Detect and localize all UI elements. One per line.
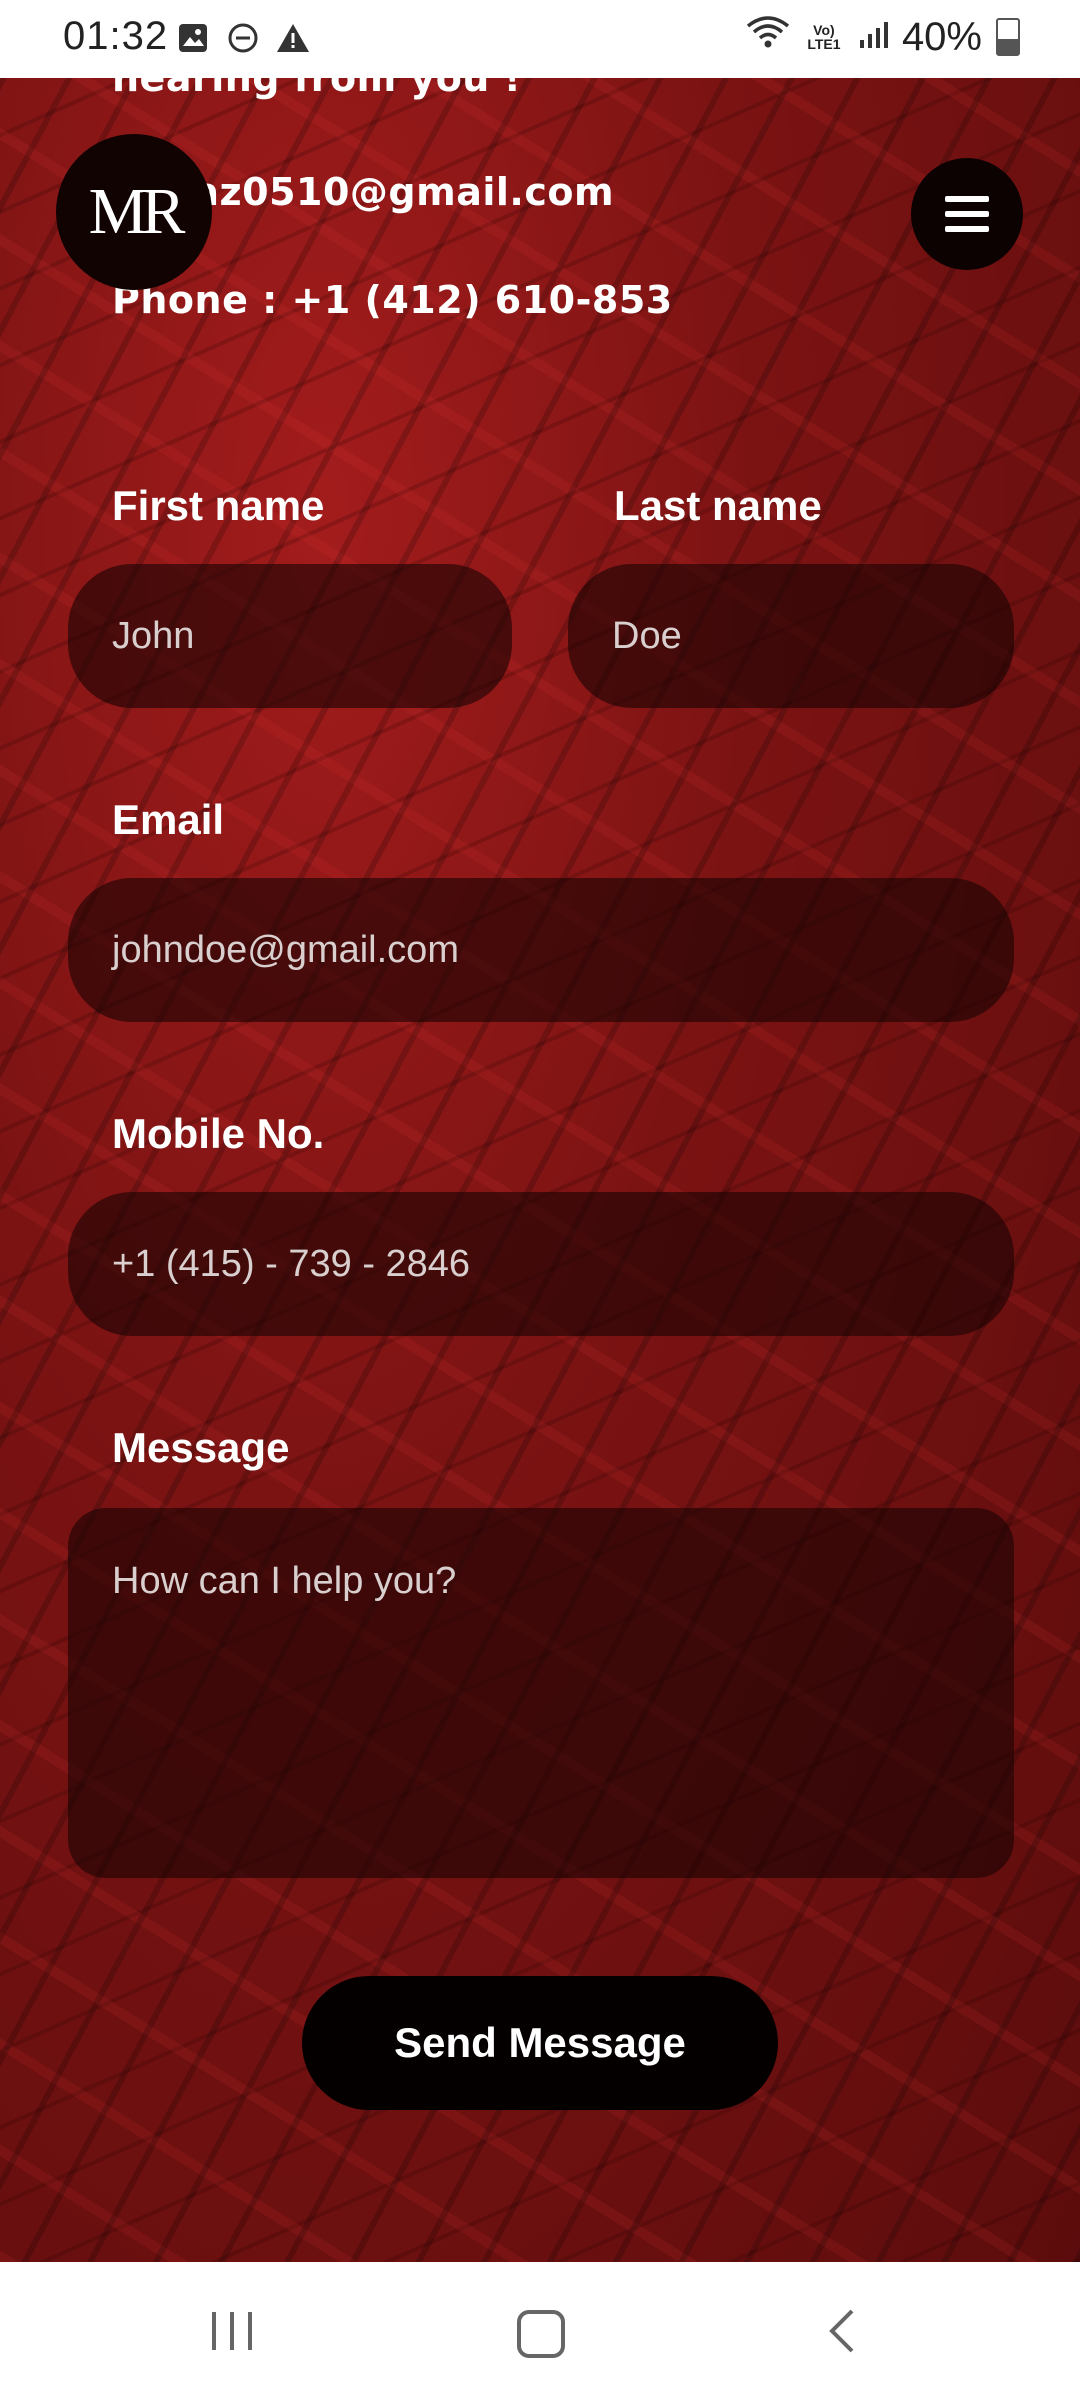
status-left-icons bbox=[175, 20, 311, 56]
site-logo[interactable]: MR bbox=[56, 134, 212, 290]
email-label: Email bbox=[112, 796, 225, 843]
status-bar: 01:32 Vo) LTE1 40% bbox=[0, 0, 1080, 78]
mobile-label: Mobile No. bbox=[112, 1110, 325, 1157]
wifi-icon bbox=[746, 14, 790, 60]
email-placeholder: johndoe@gmail.com bbox=[112, 928, 459, 971]
contact-page: hearing from you ! ganaz0510@gmail.com P… bbox=[0, 78, 1080, 2262]
message-placeholder: How can I help you? bbox=[112, 1560, 457, 1602]
mobile-placeholder: +1 (415) - 739 - 2846 bbox=[112, 1242, 471, 1285]
last-name-label: Last name bbox=[614, 482, 822, 529]
first-name-placeholder: John bbox=[112, 614, 195, 657]
battery-percent: 40% bbox=[901, 14, 982, 59]
signal-icon bbox=[858, 15, 888, 60]
contact-phone[interactable]: Phone : +1 (412) 610-853 bbox=[112, 278, 673, 322]
send-message-button[interactable]: Send Message bbox=[302, 1976, 778, 2110]
image-icon bbox=[175, 20, 211, 56]
message-field[interactable]: How can I help you? bbox=[68, 1508, 1014, 1878]
contact-intro-text: hearing from you ! bbox=[112, 78, 522, 100]
status-time: 01:32 bbox=[63, 14, 169, 58]
status-right-icons: Vo) LTE1 40% bbox=[746, 14, 1020, 60]
message-label: Message bbox=[112, 1424, 290, 1471]
hamburger-icon bbox=[945, 196, 989, 232]
email-field[interactable]: johndoe@gmail.com bbox=[68, 878, 1014, 1022]
last-name-field[interactable]: Doe bbox=[568, 564, 1014, 708]
logo-text: MR bbox=[88, 175, 186, 248]
mobile-field[interactable]: +1 (415) - 739 - 2846 bbox=[68, 1192, 1014, 1336]
back-icon[interactable] bbox=[826, 2308, 856, 2359]
warning-icon bbox=[275, 20, 311, 56]
battery-icon bbox=[996, 18, 1020, 56]
first-name-label: First name bbox=[112, 482, 325, 529]
recent-apps-icon[interactable] bbox=[212, 2312, 252, 2350]
dnd-icon bbox=[225, 20, 261, 56]
navigation-bar bbox=[0, 2262, 1080, 2400]
first-name-field[interactable]: John bbox=[68, 564, 512, 708]
volte-icon: Vo) LTE1 bbox=[807, 22, 841, 52]
home-icon[interactable] bbox=[517, 2310, 565, 2358]
last-name-placeholder: Doe bbox=[612, 614, 682, 657]
menu-button[interactable] bbox=[911, 158, 1023, 270]
